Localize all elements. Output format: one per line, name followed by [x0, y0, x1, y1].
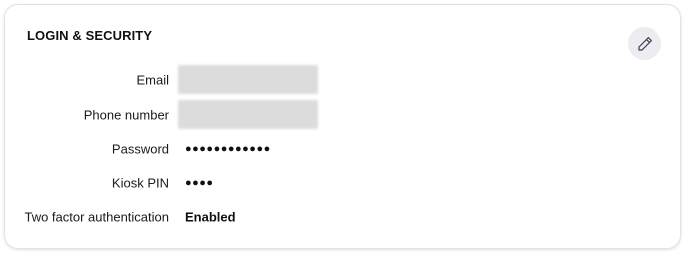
edit-button[interactable]	[628, 27, 661, 60]
field-row-two-factor: Two factor authentication Enabled	[5, 199, 680, 235]
phone-number-label: Phone number	[83, 107, 169, 123]
login-security-card: LOGIN & SECURITY Email Phone number Pass…	[4, 4, 681, 249]
kiosk-pin-value: ●●●●	[185, 177, 214, 189]
email-value-redacted	[178, 65, 318, 94]
field-row-email: Email	[5, 62, 680, 98]
two-factor-status: Enabled	[185, 209, 236, 225]
card-title: LOGIN & SECURITY	[27, 28, 153, 43]
pencil-icon	[636, 35, 654, 53]
field-row-phone: Phone number	[5, 97, 680, 133]
password-value: ●●●●●●●●●●●●	[185, 143, 271, 155]
password-label: Password	[111, 141, 169, 157]
field-row-kiosk-pin: Kiosk PIN ●●●●	[5, 165, 680, 201]
phone-number-value-redacted	[178, 100, 318, 129]
field-row-password: Password ●●●●●●●●●●●●	[5, 131, 680, 167]
two-factor-label: Two factor authentication	[24, 209, 169, 225]
email-label: Email	[136, 72, 169, 88]
kiosk-pin-label: Kiosk PIN	[111, 175, 169, 191]
